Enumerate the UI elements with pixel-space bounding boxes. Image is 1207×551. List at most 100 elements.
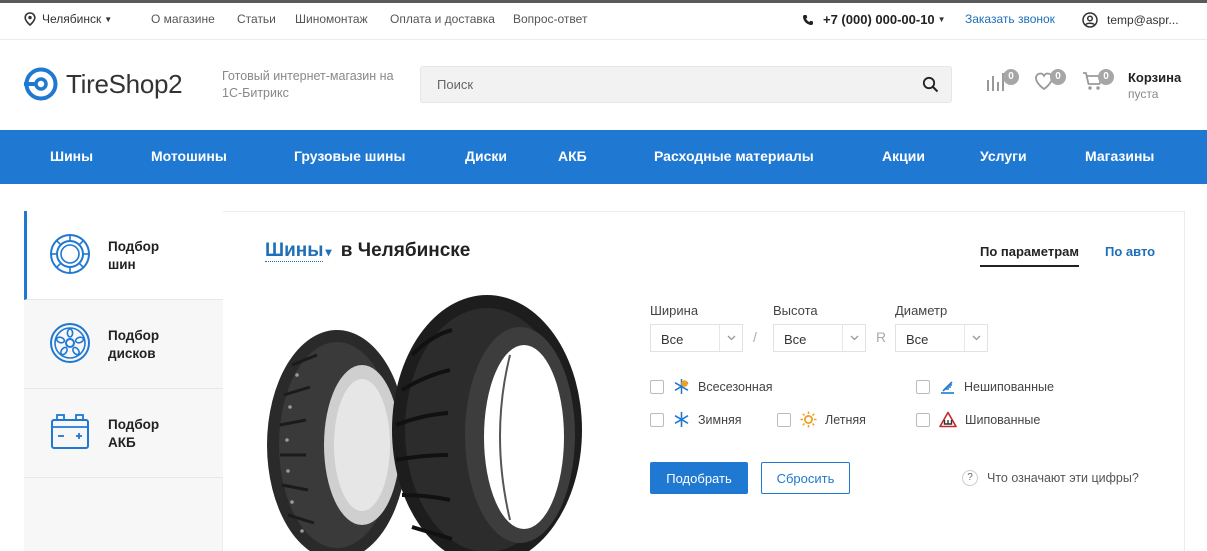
separator-r: R	[876, 329, 887, 345]
sidebar-item-tires[interactable]: Подбор шин	[24, 211, 223, 300]
all-season-icon	[674, 379, 689, 394]
nav-item-moto-tires[interactable]: Мотошины	[151, 148, 227, 164]
wheel-rim-icon	[50, 323, 90, 363]
nav-item-batteries[interactable]: АКБ	[558, 148, 587, 164]
tire-icon	[50, 234, 90, 274]
title-category-link[interactable]: Шины	[265, 240, 324, 262]
favorites-button[interactable]: 0	[1034, 69, 1066, 97]
chevron-down-icon	[972, 335, 981, 341]
checkbox-label: Нешипованные	[964, 379, 1054, 394]
cart-title[interactable]: Корзина	[1128, 70, 1181, 85]
battery-icon	[51, 414, 89, 449]
chevron-down-icon: ▼	[937, 15, 946, 24]
help-link[interactable]: ? Что означают эти цифры?	[962, 470, 1139, 486]
checkbox-box[interactable]	[916, 412, 930, 427]
cart-button[interactable]: 0	[1082, 69, 1114, 97]
nav-item-promotions[interactable]: Акции	[882, 148, 925, 164]
city-name: Челябинск	[42, 12, 102, 26]
sun-icon	[800, 411, 817, 428]
checkbox-studded[interactable]: Шипованные	[916, 411, 1040, 428]
logo-text: TireShop2	[66, 68, 183, 99]
sidebar-item-label: Подбор дисков	[108, 328, 160, 361]
compare-button[interactable]: 0	[986, 69, 1019, 97]
slogan: Готовый интернет-магазин на 1С-Битрикс	[222, 69, 394, 100]
height-label: Высота	[773, 303, 818, 318]
checkbox-all-season[interactable]: Всесезонная	[650, 378, 773, 395]
sidebar-item-label: Подбор АКБ	[108, 417, 160, 450]
toplink-about[interactable]: О магазине	[151, 12, 215, 26]
toplink-faq[interactable]: Вопрос-ответ	[513, 12, 587, 26]
site-header: TireShop2 Готовый интернет-магазин на 1С…	[0, 40, 1207, 130]
width-label: Ширина	[650, 303, 699, 318]
tires-image	[267, 295, 582, 551]
diameter-select[interactable]: Все	[895, 324, 988, 352]
compare-count-badge: 0	[1003, 69, 1019, 85]
checkbox-summer[interactable]: Летняя	[777, 411, 866, 428]
main-nav: Шины Мотошины Грузовые шины Диски АКБ Ра…	[0, 130, 1207, 184]
nav-item-consumables[interactable]: Расходные материалы	[654, 148, 814, 164]
question-icon: ?	[962, 470, 978, 486]
snowflake-icon	[674, 412, 689, 427]
user-account[interactable]: temp@aspr...	[1082, 12, 1179, 28]
user-email: temp@aspr...	[1107, 13, 1179, 27]
favorites-count-badge: 0	[1050, 69, 1066, 85]
cart-status: пуста	[1128, 87, 1159, 101]
nav-item-truck-tires[interactable]: Грузовые шины	[294, 148, 405, 164]
checkbox-label: Шипованные	[965, 412, 1041, 427]
checkbox-label: Летняя	[825, 412, 866, 427]
selector-sidebar: Подбор шин Подбор дисков Подбор АКБ	[24, 211, 223, 551]
toplink-articles[interactable]: Статьи	[237, 12, 276, 26]
user-icon	[1082, 12, 1098, 28]
width-select[interactable]: Все	[650, 324, 743, 352]
top-bar: Челябинск ▼ О магазине Статьи Шиномонтаж…	[0, 3, 1207, 40]
chevron-down-icon	[850, 335, 859, 341]
search-box	[420, 66, 952, 103]
cart-count-badge: 0	[1098, 69, 1114, 85]
reset-button[interactable]: Сбросить	[761, 462, 850, 494]
checkbox-label: Зимняя	[698, 412, 742, 427]
height-select[interactable]: Все	[773, 324, 866, 352]
checkbox-box[interactable]	[916, 379, 930, 394]
page-title: Шины ▾ в Челябинске	[265, 240, 470, 262]
logo[interactable]: TireShop2	[24, 67, 183, 101]
nav-item-rims[interactable]: Диски	[465, 148, 507, 164]
non-studded-icon	[941, 381, 954, 394]
diameter-label: Диаметр	[895, 303, 948, 318]
checkbox-box[interactable]	[650, 412, 664, 427]
checkbox-box[interactable]	[650, 379, 664, 394]
chevron-down-icon: ▼	[104, 14, 113, 24]
checkbox-box[interactable]	[777, 412, 791, 427]
chevron-down-icon	[727, 335, 736, 341]
nav-item-services[interactable]: Услуги	[980, 148, 1027, 164]
diameter-select-value: Все	[906, 332, 929, 347]
submit-button[interactable]: Подобрать	[650, 462, 748, 494]
phone-icon	[803, 14, 813, 25]
help-text: Что означают эти цифры?	[987, 471, 1139, 485]
chevron-down-icon[interactable]: ▾	[325, 245, 331, 259]
location-pin-icon	[24, 12, 36, 26]
height-select-value: Все	[784, 332, 807, 347]
title-location: в Челябинске	[340, 240, 471, 261]
tab-by-params[interactable]: По параметрам	[980, 244, 1079, 267]
sidebar-item-label: Подбор шин	[108, 239, 160, 272]
phone-number: +7 (000) 000-00-10	[823, 12, 935, 27]
checkbox-winter[interactable]: Зимняя	[650, 411, 742, 428]
sidebar-item-batteries[interactable]: Подбор АКБ	[24, 389, 223, 478]
checkbox-non-studded[interactable]: Нешипованные	[916, 378, 1054, 395]
tab-by-car[interactable]: По авто	[1105, 244, 1155, 259]
nav-item-tires[interactable]: Шины	[50, 148, 93, 164]
nav-item-stores[interactable]: Магазины	[1085, 148, 1154, 164]
logo-icon	[24, 67, 58, 101]
width-select-value: Все	[661, 332, 684, 347]
checkbox-label: Всесезонная	[698, 379, 773, 394]
search-input[interactable]	[421, 67, 901, 102]
sidebar-item-rims[interactable]: Подбор дисков	[24, 300, 223, 389]
search-icon[interactable]	[922, 76, 939, 93]
studded-icon	[939, 411, 957, 428]
toplink-payment-delivery[interactable]: Оплата и доставка	[390, 12, 495, 26]
callback-link[interactable]: Заказать звонок	[965, 12, 1055, 26]
city-selector[interactable]: Челябинск ▼	[24, 12, 112, 26]
phone-selector[interactable]: +7 (000) 000-00-10 ▼	[802, 12, 946, 27]
toplink-tire-service[interactable]: Шиномонтаж	[295, 12, 368, 26]
separator-slash: /	[753, 329, 757, 345]
